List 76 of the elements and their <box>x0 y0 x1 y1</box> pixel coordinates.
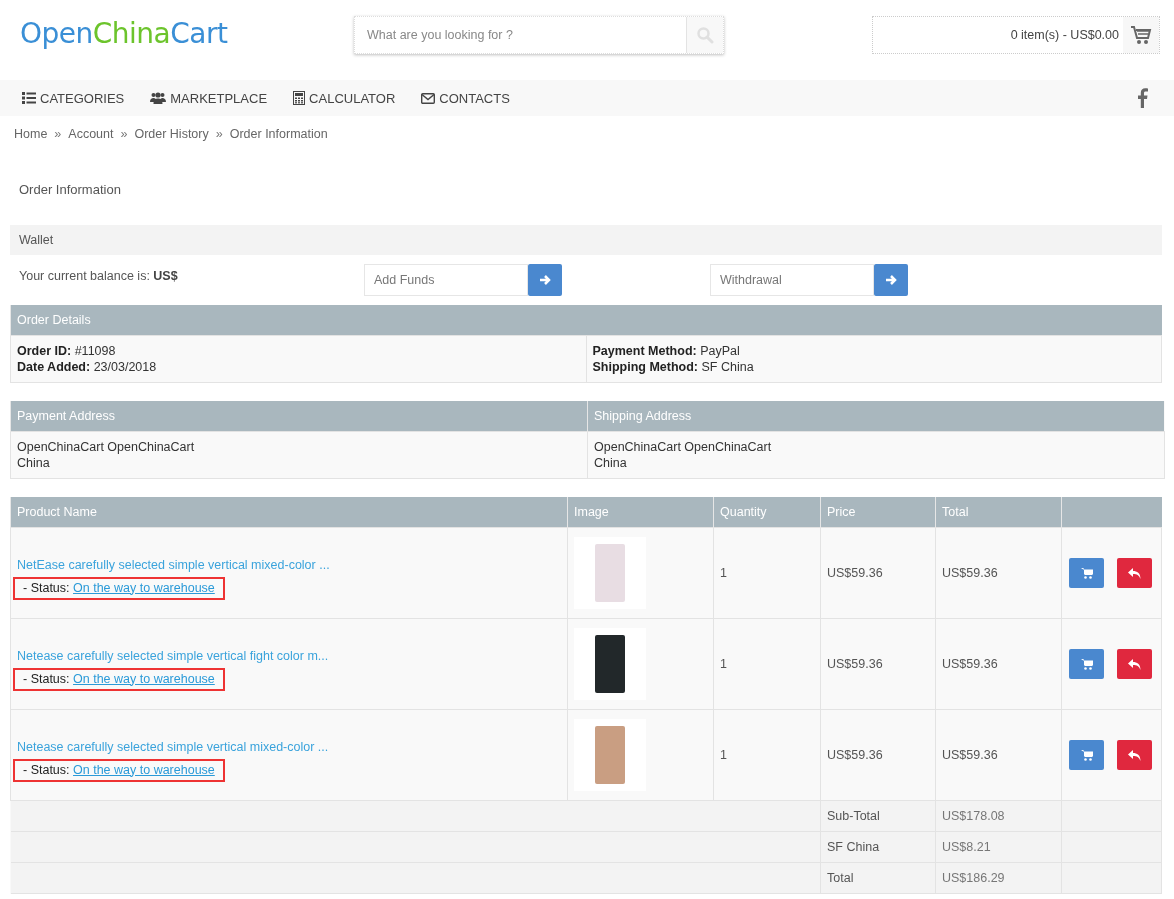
table-cell: US$59.36 <box>820 618 936 710</box>
withdrawal-field[interactable]: Withdrawal <box>710 264 874 296</box>
nav-link[interactable]: CONTACTS <box>421 90 510 106</box>
return-button[interactable] <box>1117 558 1152 588</box>
table-header: Total <box>935 497 1062 528</box>
table-cell: 1 <box>713 527 821 619</box>
add-funds-field[interactable]: Add Funds <box>364 264 528 296</box>
table-header: Quantity <box>713 497 821 528</box>
breadcrumb-separator: » <box>54 127 62 141</box>
table-header: Price <box>820 497 936 528</box>
nav-link[interactable]: MARKETPLACE <box>150 90 268 106</box>
return-button[interactable] <box>1117 740 1152 770</box>
breadcrumb-separator: » <box>120 127 128 141</box>
total-value: US$8.21 <box>935 831 1062 863</box>
breadcrumb-link[interactable]: Account <box>68 127 114 141</box>
envelope-icon <box>421 92 436 104</box>
reply-icon <box>1128 658 1141 670</box>
cart-button[interactable] <box>1123 17 1159 53</box>
calculator-icon <box>293 91 306 105</box>
cart-summary[interactable]: 0 item(s) - US$0.00 <box>1010 28 1123 42</box>
table-cell: US$59.36 <box>935 618 1062 710</box>
status-link[interactable]: On the way to warehouse <box>73 671 215 686</box>
reorder-button[interactable] <box>1069 558 1104 588</box>
table-header: Shipping Address <box>587 401 1164 432</box>
reply-icon <box>1128 749 1141 761</box>
status-label: - Status: <box>23 580 71 595</box>
submit-button[interactable] <box>528 264 562 296</box>
search-field[interactable]: What are you looking for ? <box>354 16 724 54</box>
status-label: - Status: <box>23 762 71 777</box>
reorder-button[interactable] <box>1069 649 1104 679</box>
list-icon <box>22 92 36 104</box>
section-header: Wallet <box>10 225 1162 255</box>
search-icon <box>696 26 714 44</box>
arrow-right-icon <box>539 274 551 286</box>
table-header: Payment Address <box>10 401 588 432</box>
table-header: Product Name <box>10 497 568 528</box>
cart-icon <box>1080 749 1093 761</box>
breadcrumb-link[interactable]: Home <box>14 127 48 141</box>
breadcrumb-link[interactable]: Order History <box>134 127 209 141</box>
total-label: Sub-Total <box>820 800 936 832</box>
site-logo[interactable]: OpenChinaCart <box>20 16 354 50</box>
status-link[interactable]: On the way to warehouse <box>73 762 215 777</box>
total-label: Total <box>820 862 936 894</box>
arrow-right-icon <box>885 274 897 286</box>
table-header: Image <box>567 497 714 528</box>
table-cell: US$59.36 <box>820 527 936 619</box>
table-cell: OpenChinaCart OpenChinaCart China <box>10 431 588 479</box>
table-cell: OpenChinaCart OpenChinaCart China <box>587 431 1164 479</box>
nav-link[interactable]: CALCULATOR <box>293 90 396 106</box>
cart-icon <box>1130 25 1152 45</box>
table-cell: US$59.36 <box>935 527 1062 619</box>
table-cell: Order ID: #11098 Date Added: 23/03/2018 <box>10 335 586 383</box>
breadcrumb-separator: » <box>215 127 223 141</box>
breadcrumb-link[interactable]: Order Information <box>229 127 328 141</box>
table-header: Order Details <box>10 305 1162 336</box>
submit-button[interactable] <box>874 264 908 296</box>
page-title: Order Information <box>18 181 122 199</box>
table-cell: Payment Method: PayPal Shipping Method: SF China <box>586 335 1162 383</box>
return-button[interactable] <box>1117 649 1152 679</box>
cart-icon <box>1080 658 1093 670</box>
facebook-icon[interactable] <box>1137 88 1148 108</box>
reply-icon <box>1128 567 1141 579</box>
table-cell: 1 <box>713 618 821 710</box>
table-cell: US$59.36 <box>935 709 1062 801</box>
total-value: US$178.08 <box>935 800 1062 832</box>
total-value: US$186.29 <box>935 862 1062 894</box>
users-icon <box>150 92 167 104</box>
balance-text: Your current balance is: US$ <box>19 268 179 283</box>
cart-icon <box>1080 567 1093 579</box>
status-label: - Status: <box>23 671 71 686</box>
table-cell: US$59.36 <box>820 709 936 801</box>
reorder-button[interactable] <box>1069 740 1104 770</box>
table-cell: 1 <box>713 709 821 801</box>
total-label: SF China <box>820 831 936 863</box>
nav-link[interactable]: CATEGORIES <box>22 90 125 106</box>
status-link[interactable]: On the way to warehouse <box>73 580 215 595</box>
